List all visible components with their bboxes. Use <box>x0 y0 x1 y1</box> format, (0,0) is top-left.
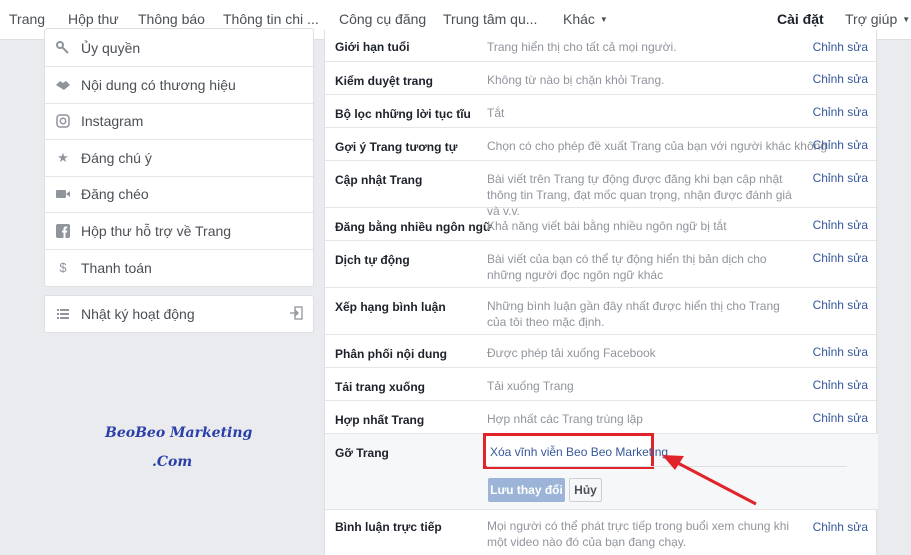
nav-inbox[interactable]: Hộp thư <box>68 11 119 27</box>
setting-desc: Khả năng viết bài bằng nhiều ngôn ngữ bị… <box>487 219 727 233</box>
sidebar-item-label: Ủy quyền <box>81 39 141 56</box>
watermark-line1: BeoBeo Marketing <box>105 425 253 441</box>
setting-desc: Tắt <box>487 106 505 120</box>
edit-link[interactable]: Chỉnh sửa <box>813 138 868 152</box>
remove-page-highlight: Xóa vĩnh viễn Beo Beo Marketing <box>483 433 668 469</box>
setting-desc: Mọi người có thể phát trực tiếp trong bu… <box>487 519 790 549</box>
open-log-icon[interactable] <box>289 306 303 320</box>
setting-desc: Bài viết của bạn có thể tự động hiển thị… <box>487 252 767 282</box>
setting-name: Phân phối nội dung <box>335 347 447 361</box>
nav-more[interactable]: Khác ▼ <box>563 11 608 27</box>
setting-name: Hợp nhất Trang <box>335 413 425 427</box>
watermark-line2: .Com <box>152 454 193 470</box>
settings-row-page-moderation[interactable]: Kiểm duyệt trang Không từ nào bị chặn kh… <box>325 62 878 95</box>
save-changes-button[interactable]: Lưu thay đổi <box>488 478 565 502</box>
settings-row-download-page[interactable]: Tải trang xuống Tải xuống Trang Chỉnh sử… <box>325 368 878 401</box>
settings-row-live-commenting[interactable]: Bình luận trực tiếp Mọi người có thể phá… <box>325 510 878 555</box>
annotation-arrow-icon <box>662 455 757 506</box>
sidebar-item-label: Nội dung có thương hiệu <box>81 76 236 93</box>
setting-name: Giới hạn tuổi <box>335 40 410 54</box>
edit-link[interactable]: Chỉnh sửa <box>813 520 868 534</box>
setting-desc: Tải xuống Trang <box>487 379 574 393</box>
list-icon <box>55 306 71 322</box>
instagram-icon <box>55 113 71 129</box>
edit-link[interactable]: Chỉnh sửa <box>813 105 868 119</box>
sidebar-item-label: Đáng chú ý <box>81 149 152 166</box>
settings-sidebar: Ủy quyền Nội dung có thương hiệu Instagr… <box>44 28 314 287</box>
setting-name: Gợi ý Trang tương tự <box>335 140 458 154</box>
setting-desc: Trang hiển thị cho tất cả mọi người. <box>487 40 677 54</box>
sidebar-item-support-inbox[interactable]: Hộp thư hỗ trợ về Trang <box>45 213 313 250</box>
general-settings-panel: Giới hạn tuổi Trang hiển thị cho tất cả … <box>324 30 878 555</box>
handshake-icon <box>55 77 71 93</box>
setting-desc: Hợp nhất các Trang trùng lặp <box>487 412 643 426</box>
edit-link[interactable]: Chỉnh sửa <box>813 40 868 54</box>
nav-help-label: Trợ giúp <box>845 11 898 27</box>
video-camera-icon <box>55 186 71 202</box>
sidebar-item-label: Nhật ký hoạt động <box>81 306 195 322</box>
nav-publishing-tools[interactable]: Công cụ đăng <box>339 11 426 27</box>
edit-link[interactable]: Chỉnh sửa <box>813 298 868 312</box>
nav-ads-center[interactable]: Trung tâm qu... <box>443 11 537 27</box>
delete-page-permanently-link[interactable]: Xóa vĩnh viễn Beo Beo Marketing <box>490 445 668 459</box>
edit-link[interactable]: Chỉnh sửa <box>813 171 868 185</box>
setting-name: Cập nhật Trang <box>335 173 423 187</box>
edit-link[interactable]: Chỉnh sửa <box>813 345 868 359</box>
settings-row-similar-pages[interactable]: Gợi ý Trang tương tự Chọn có cho phép đề… <box>325 128 878 161</box>
sidebar-item-label: Instagram <box>81 113 144 130</box>
sidebar-item-payments[interactable]: $ Thanh toán <box>45 250 313 287</box>
setting-name: Dịch tự động <box>335 253 410 267</box>
settings-row-comment-ranking[interactable]: Xếp hạng bình luận Những bình luận gần đ… <box>325 288 878 335</box>
cancel-button[interactable]: Hủy <box>569 478 602 502</box>
edit-link[interactable]: Chỉnh sửa <box>813 411 868 425</box>
nav-more-label: Khác <box>563 11 595 27</box>
edit-link[interactable]: Chỉnh sửa <box>813 251 868 265</box>
nav-settings[interactable]: Cài đặt <box>777 11 824 27</box>
settings-row-auto-translate[interactable]: Dịch tự động Bài viết của bạn có thể tự … <box>325 241 878 288</box>
facebook-icon <box>55 223 71 239</box>
star-icon: ★ <box>57 149 69 165</box>
settings-row-age-restriction[interactable]: Giới hạn tuổi Trang hiển thị cho tất cả … <box>325 30 878 62</box>
settings-row-content-distribution[interactable]: Phân phối nội dung Được phép tải xuống F… <box>325 335 878 368</box>
edit-link[interactable]: Chỉnh sửa <box>813 72 868 86</box>
sidebar-item-featured[interactable]: ★ Đáng chú ý <box>45 140 313 177</box>
edit-link[interactable]: Chỉnh sửa <box>813 218 868 232</box>
setting-name: Bình luận trực tiếp <box>335 520 442 534</box>
settings-row-multi-language[interactable]: Đăng bằng nhiều ngôn ngữ Khả năng viết b… <box>325 208 878 241</box>
setting-desc: Được phép tải xuống Facebook <box>487 346 656 360</box>
caret-down-icon: ▼ <box>902 15 911 24</box>
sidebar-item-authorization[interactable]: Ủy quyền <box>45 29 313 67</box>
nav-insights[interactable]: Thông tin chi ... <box>223 11 319 27</box>
dollar-icon: $ <box>59 260 67 276</box>
nav-help[interactable]: Trợ giúp ▼ <box>845 11 910 27</box>
sidebar-item-crossposting[interactable]: Đăng chéo <box>45 177 313 213</box>
setting-name: Tải trang xuống <box>335 380 425 394</box>
nav-page[interactable]: Trang <box>9 11 45 27</box>
activity-log-card[interactable]: Nhật ký hoạt động <box>44 295 314 333</box>
sidebar-item-branded-content[interactable]: Nội dung có thương hiệu <box>45 67 313 104</box>
sidebar-item-label: Đăng chéo <box>81 186 149 203</box>
setting-name: Gỡ Trang <box>335 446 389 460</box>
sidebar-item-activity-log[interactable]: Nhật ký hoạt động <box>45 296 313 332</box>
setting-name: Xếp hạng bình luận <box>335 300 446 314</box>
setting-desc: Không từ nào bị chặn khỏi Trang. <box>487 73 665 87</box>
settings-row-page-updates[interactable]: Cập nhật Trang Bài viết trên Trang tự độ… <box>325 161 878 218</box>
setting-desc: Chọn có cho phép đề xuất Trang của bạn v… <box>487 139 827 153</box>
setting-name: Đăng bằng nhiều ngôn ngữ <box>335 220 492 234</box>
caret-down-icon: ▼ <box>599 15 608 24</box>
setting-name: Kiểm duyệt trang <box>335 74 434 88</box>
setting-desc: Những bình luận gần đây nhất được hiển t… <box>487 299 780 329</box>
key-icon <box>55 40 71 56</box>
settings-row-profanity-filter[interactable]: Bộ lọc những lời tục tĩu Tắt Chỉnh sửa <box>325 95 878 128</box>
sidebar-item-label: Hộp thư hỗ trợ về Trang <box>81 222 232 239</box>
settings-row-merge-pages[interactable]: Hợp nhất Trang Hợp nhất các Trang trùng … <box>325 401 878 434</box>
sidebar-item-instagram[interactable]: Instagram <box>45 104 313 140</box>
sidebar-item-label: Thanh toán <box>81 259 152 276</box>
nav-notifications[interactable]: Thông báo <box>138 11 205 27</box>
setting-name: Bộ lọc những lời tục tĩu <box>335 107 471 121</box>
edit-link[interactable]: Chỉnh sửa <box>813 378 868 392</box>
